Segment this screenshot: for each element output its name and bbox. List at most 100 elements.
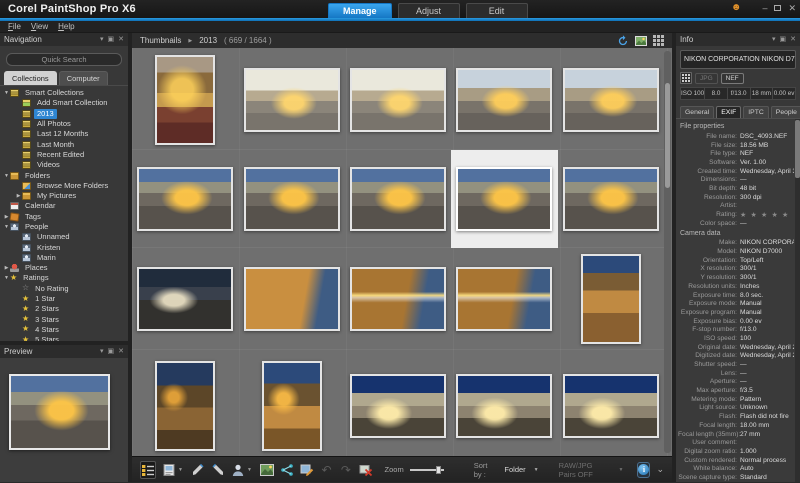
- expand-arrow-icon[interactable]: ▶: [15, 193, 22, 199]
- panel-pin-icon[interactable]: ▣: [108, 36, 115, 44]
- capture-edits-pen-icon[interactable]: [191, 461, 205, 479]
- rotate-right-icon[interactable]: ↷: [339, 461, 352, 479]
- photo-thumbnail[interactable]: [244, 167, 340, 231]
- photo-thumbnail[interactable]: [350, 267, 446, 331]
- sidebar-item-add-smart-collection[interactable]: Add Smart Collection: [0, 98, 128, 108]
- photo-thumbnail[interactable]: [155, 55, 215, 145]
- menu-item-file[interactable]: File: [8, 22, 21, 31]
- info-scrollbar[interactable]: [795, 119, 800, 482]
- photo-thumbnail[interactable]: [244, 68, 340, 132]
- apply-edits-pen-icon[interactable]: [211, 461, 225, 479]
- minimize-icon[interactable]: –: [762, 3, 767, 13]
- panel-pin-icon[interactable]: ▣: [780, 36, 787, 44]
- photo-thumbnail[interactable]: [137, 267, 233, 331]
- info-tab-people[interactable]: People: [771, 106, 800, 118]
- dropdown-arrow-icon[interactable]: ▼: [247, 467, 252, 473]
- sort-by-dropdown[interactable]: Folder: [504, 465, 525, 474]
- sidebar-item-kristen[interactable]: Kristen: [0, 242, 128, 252]
- rotate-left-icon[interactable]: ↶: [320, 461, 333, 479]
- thumbnail-view-icon[interactable]: [140, 461, 156, 479]
- breadcrumb-folder[interactable]: 2013: [199, 36, 217, 45]
- photo-thumbnail[interactable]: [563, 374, 659, 438]
- sidebar-item-browse-more-folders[interactable]: Browse More Folders: [0, 181, 128, 191]
- photo-thumbnail[interactable]: [155, 361, 215, 451]
- sidebar-item-people[interactable]: ▼People: [0, 222, 128, 232]
- share-icon[interactable]: [280, 461, 294, 479]
- photo-thumbnail[interactable]: [456, 374, 552, 438]
- collapse-arrow-icon[interactable]: ▼: [3, 275, 10, 281]
- panel-close-icon[interactable]: ✕: [790, 36, 796, 44]
- photo-thumbnail[interactable]: [350, 167, 446, 231]
- photo-thumbnail[interactable]: [563, 68, 659, 132]
- nav-tab-collections[interactable]: Collections: [4, 71, 57, 85]
- sidebar-item-calendar[interactable]: Calendar: [0, 201, 128, 211]
- refresh-icon[interactable]: [618, 35, 629, 46]
- sidebar-item-marin[interactable]: Marin: [0, 253, 128, 263]
- menu-item-view[interactable]: View: [31, 22, 48, 31]
- preview-view-icon[interactable]: [162, 461, 176, 479]
- panel-pin-icon[interactable]: ▣: [108, 348, 115, 356]
- photo-thumbnail[interactable]: [456, 68, 552, 132]
- image-icon[interactable]: [635, 36, 647, 46]
- sidebar-item-my-pictures[interactable]: ▶My Pictures: [0, 191, 128, 201]
- sidebar-item-folders[interactable]: ▼Folders: [0, 170, 128, 180]
- sidebar-item-ratings[interactable]: ▼★Ratings: [0, 273, 128, 283]
- panel-menu-icon[interactable]: ▾: [772, 36, 776, 44]
- sidebar-item-no-rating[interactable]: ☆No Rating: [0, 284, 128, 294]
- nav-tab-computer[interactable]: Computer: [59, 71, 108, 85]
- sidebar-item-videos[interactable]: Videos: [0, 160, 128, 170]
- sidebar-item-unnamed[interactable]: Unnamed: [0, 232, 128, 242]
- photo-thumbnail[interactable]: [581, 254, 641, 344]
- sidebar-item-3-stars[interactable]: ★3 Stars: [0, 315, 128, 325]
- photo-thumbnail[interactable]: [137, 167, 233, 231]
- info-tab-exif[interactable]: EXIF: [716, 106, 741, 118]
- zoom-slider[interactable]: [410, 465, 444, 475]
- raw-jpg-pairs-dropdown[interactable]: RAW/JPG Pairs OFF: [559, 461, 611, 479]
- thumbnail-grid-icon[interactable]: [680, 72, 692, 84]
- sidebar-item-places[interactable]: ▶Places: [0, 263, 128, 273]
- restore-icon[interactable]: [774, 3, 781, 13]
- info-tab-iptc[interactable]: IPTC: [743, 106, 768, 118]
- photo-thumbnail[interactable]: [456, 267, 552, 331]
- sidebar-item-2013[interactable]: 2013: [0, 109, 128, 119]
- sidebar-item-all-photos[interactable]: All Photos: [0, 119, 128, 129]
- collapse-tray-icon[interactable]: ⌄: [656, 464, 664, 475]
- tab-manage[interactable]: Manage: [328, 3, 392, 18]
- panel-close-icon[interactable]: ✕: [118, 36, 124, 44]
- expand-arrow-icon[interactable]: ▶: [3, 265, 10, 271]
- grid-scrollbar[interactable]: [664, 51, 671, 453]
- sidebar-item-last-12-months[interactable]: Last 12 Months: [0, 129, 128, 139]
- menu-item-help[interactable]: Help: [58, 22, 74, 31]
- collapse-arrow-icon[interactable]: ▼: [3, 90, 10, 96]
- people-tag-icon[interactable]: [231, 461, 245, 479]
- collapse-arrow-icon[interactable]: ▼: [3, 224, 10, 230]
- tab-adjust[interactable]: Adjust: [398, 3, 460, 18]
- dropdown-arrow-icon[interactable]: ▼: [178, 467, 183, 473]
- sidebar-item-tags[interactable]: ▶Tags: [0, 212, 128, 222]
- tab-edit[interactable]: Edit: [466, 3, 528, 18]
- photo-thumbnail[interactable]: [350, 68, 446, 132]
- photo-thumbnail[interactable]: [563, 167, 659, 231]
- panel-menu-icon[interactable]: ▾: [100, 36, 104, 44]
- sidebar-item-1-star[interactable]: ★1 Star: [0, 294, 128, 304]
- account-icon[interactable]: ☻: [731, 2, 742, 13]
- sidebar-item-recent-edited[interactable]: Recent Edited: [0, 150, 128, 160]
- close-icon[interactable]: ✕: [788, 3, 796, 13]
- panel-close-icon[interactable]: ✕: [118, 348, 124, 356]
- quick-search-input[interactable]: [6, 53, 122, 66]
- photo-thumbnail[interactable]: [262, 361, 322, 451]
- collapse-arrow-icon[interactable]: ▼: [3, 173, 10, 179]
- photo-thumbnail[interactable]: [244, 267, 340, 331]
- edit-photo-icon[interactable]: [300, 461, 314, 479]
- sidebar-item-smart-collections[interactable]: ▼Smart Collections: [0, 88, 128, 98]
- format-badge-nef[interactable]: NEF: [721, 73, 744, 84]
- photo-thumbnail[interactable]: [350, 374, 446, 438]
- info-toggle-button[interactable]: i: [637, 462, 650, 478]
- image-map-icon[interactable]: [260, 461, 274, 479]
- delete-icon[interactable]: [359, 461, 373, 479]
- photo-thumbnail-selected[interactable]: [456, 167, 552, 231]
- grid-view-icon[interactable]: [653, 35, 664, 46]
- format-badge-jpg[interactable]: JPG: [695, 73, 718, 84]
- info-tab-general[interactable]: General: [680, 106, 714, 118]
- sidebar-item-2-stars[interactable]: ★2 Stars: [0, 304, 128, 314]
